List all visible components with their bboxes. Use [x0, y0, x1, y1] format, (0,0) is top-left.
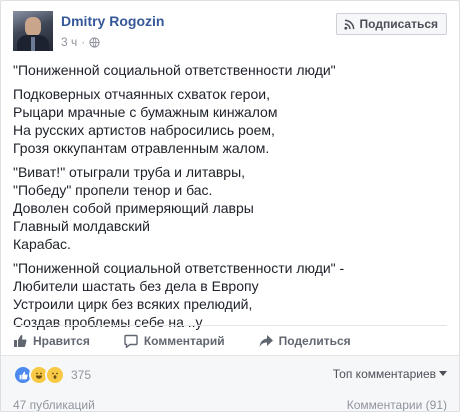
wow-reaction-icon [45, 365, 65, 385]
poem-line: "Виват!" отыграли труба и литавры, [13, 164, 246, 180]
post-meta: 3 ч · [61, 35, 100, 49]
post-title: "Пониженной социальной ответственности л… [13, 62, 336, 78]
poem-line: Рыцари мрачные с бумажным кинжалом [13, 104, 278, 120]
subscribe-button[interactable]: Подписаться [335, 13, 447, 35]
post-header: Dmitry Rogozin 3 ч · Подписаться [13, 11, 447, 53]
poem-line: Любители шастать без дела в Европу [13, 278, 259, 294]
reaction-count: 375 [71, 368, 92, 382]
author-avatar[interactable] [13, 11, 53, 51]
speech-bubble-icon [124, 334, 138, 348]
sort-label: Топ комментариев [332, 367, 436, 381]
poem-line: "Пониженной социальной ответственности л… [13, 260, 345, 276]
comment-label: Комментарий [143, 334, 225, 348]
poem-line: Карабас. [13, 236, 71, 252]
poem-line: Подковерных отчаянных схваток герои, [13, 86, 270, 102]
stanza-2: "Виват!" отыграли труба и литавры, "Побе… [13, 163, 447, 253]
post-card: Dmitry Rogozin 3 ч · Подписаться "Пониже… [0, 0, 460, 412]
poem-line: Главный молдавский [13, 218, 150, 234]
comments-count[interactable]: Комментарии (91) [347, 398, 447, 411]
chevron-down-icon [439, 371, 447, 376]
shares-count[interactable]: 47 публикаций [13, 398, 95, 411]
reactions-summary[interactable]: 375 [13, 365, 91, 385]
share-button[interactable]: Поделиться [259, 334, 351, 348]
poem-line: "Победу" пропели тенор и бас. [13, 182, 213, 198]
like-label: Нравится [33, 334, 90, 348]
post-time[interactable]: 3 ч [61, 35, 77, 49]
post-actions: Нравится Комментарий Поделиться [13, 325, 447, 356]
subscribe-label: Подписаться [359, 17, 438, 31]
comment-button[interactable]: Комментарий [124, 334, 225, 348]
rss-icon [343, 19, 354, 30]
thumbs-up-icon [14, 335, 27, 347]
post-body: "Пониженной социальной ответственности л… [13, 61, 447, 337]
comment-sort-dropdown[interactable]: Топ комментариев [333, 367, 447, 381]
stanza-1: Подковерных отчаянных схваток герои, Рыц… [13, 85, 447, 157]
stanza-3: "Пониженной социальной ответственности л… [13, 259, 447, 331]
poem-line: Доволен собой примеряющий лавры [13, 200, 254, 216]
share-label: Поделиться [278, 334, 351, 348]
author-name[interactable]: Dmitry Rogozin [61, 13, 164, 29]
globe-icon [89, 36, 100, 48]
poem-line: На русских артистов набросились роем, [13, 122, 275, 138]
poem-line: Грозя оккупантам отравленным жалом. [13, 140, 270, 156]
poem-line: Устроили цирк без всяких прелюдий, [13, 296, 253, 312]
like-button[interactable]: Нравится [13, 334, 90, 348]
post-footer: 375 Топ комментариев 47 публикаций Комме… [1, 355, 459, 411]
share-arrow-icon [259, 335, 273, 347]
